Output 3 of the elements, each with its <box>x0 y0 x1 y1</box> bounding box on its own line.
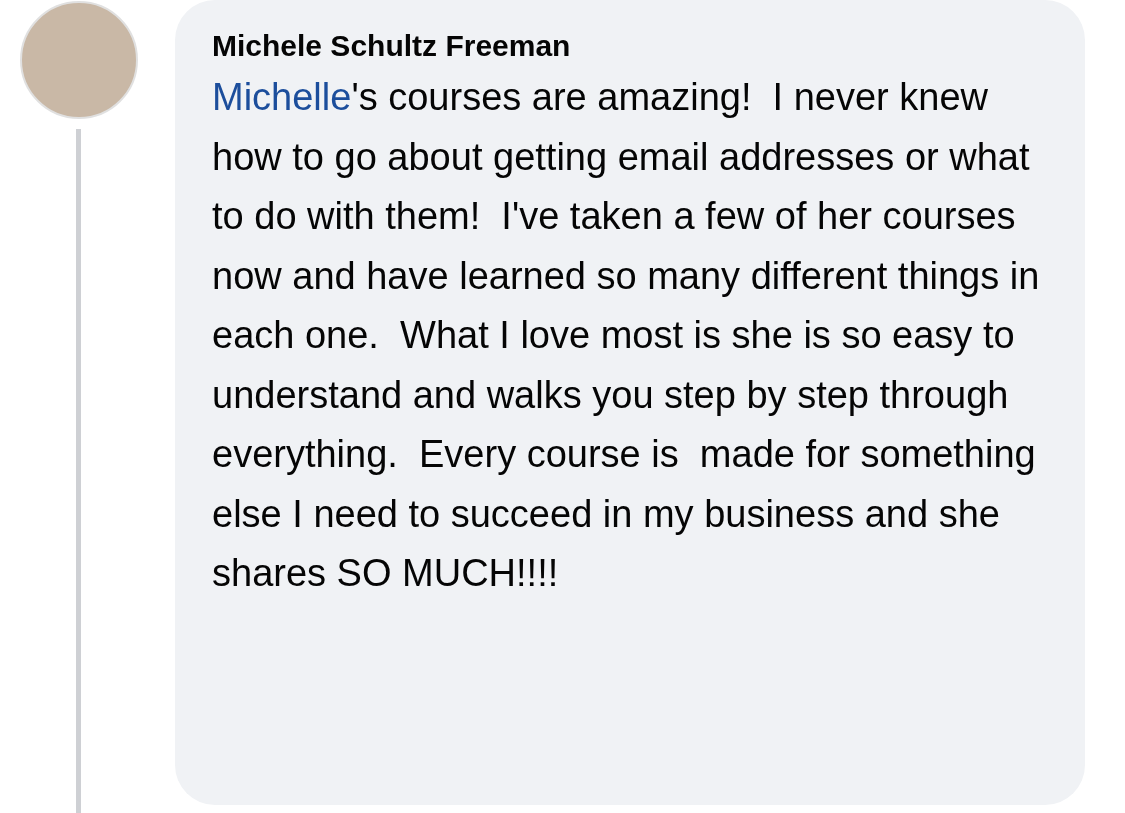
comment-text: Michelle's courses are amazing! I never knew how to go about getting email addresses or what to do with them! I've taken a few of her courses now and have learned so many different things in each one. What I love most is she is so easy to understand and walks you step by step through everything. Every course is made for something else I need to succeed in my business and she shares SO MUCH!!!! <box>212 75 1041 596</box>
author-name[interactable]: Michele Schultz Freeman <box>212 26 571 66</box>
mention-link[interactable]: Michelle <box>212 76 352 118</box>
